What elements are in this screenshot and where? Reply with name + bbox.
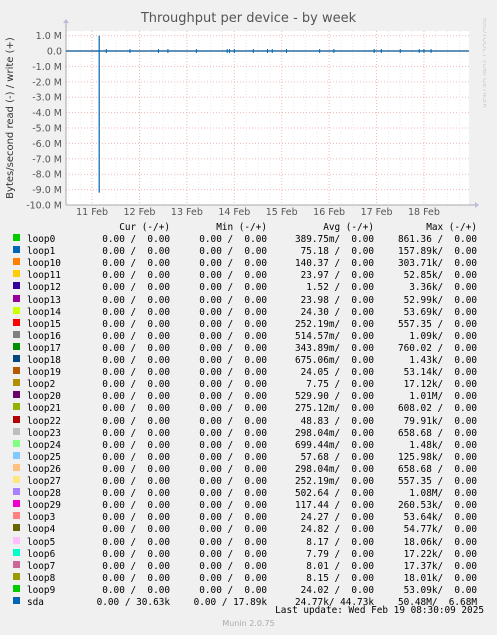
x-tick-label: 14 Feb xyxy=(218,207,250,218)
x-axis-arrow xyxy=(475,202,479,208)
legend-header: Cur (-/+) Min (-/+) Avg (-/+) Max (-/+) xyxy=(0,222,477,234)
y-tick-label: -5.0 M xyxy=(32,124,62,135)
header-max: Max (-/+) xyxy=(426,222,477,233)
y-axis-arrow xyxy=(63,19,69,23)
legend-max-value: 1.48k/ 0.00 xyxy=(409,439,477,451)
legend-max-value: 17.37k/ 0.00 xyxy=(403,560,477,572)
legend-max-value: 52.85k/ 0.00 xyxy=(403,270,477,282)
legend-max-value: 53.64k/ 0.00 xyxy=(403,512,477,524)
y-tick-label: -1.0 M xyxy=(32,62,62,73)
y-tick-label: -6.0 M xyxy=(32,139,62,150)
legend-max-value: 125.98k/ 0.00 xyxy=(397,451,477,463)
legend-max-value: 861.36 / 0.00 xyxy=(397,234,477,245)
legend-max-value: 1.01M/ 0.00 xyxy=(409,391,477,403)
legend-max-value: 608.02 / 0.00 xyxy=(397,403,477,415)
legend-max-value: 658.68 / 0.00 xyxy=(397,463,477,475)
y-tick-label: -7.0 M xyxy=(32,154,62,165)
legend-max-value: 260.53k/ 0.00 xyxy=(397,500,477,512)
legend-max-value: 79.91k/ 0.00 xyxy=(403,415,477,427)
x-axis: 11 Feb 12 Feb 13 Feb 14 Feb 15 Feb 16 Feb 17 F… xyxy=(76,207,440,218)
y-tick-label: -8.0 M xyxy=(32,170,62,181)
legend-max-value: 157.89k/ 0.00 xyxy=(397,246,477,258)
y-tick-label: 1.0 M xyxy=(36,31,62,42)
x-tick-label: 13 Feb xyxy=(171,207,203,218)
legend-max-value: 303.71k/ 0.00 xyxy=(397,258,477,270)
y-tick-label: -3.0 M xyxy=(32,93,62,104)
y-tick-label: -2.0 M xyxy=(32,77,62,88)
y-tick-label: -9.0 M xyxy=(32,185,62,196)
y-tick-label: 0.0 xyxy=(47,47,62,58)
y-axis: 1.0 M 0.0 -1.0 M -2.0 M -3.0 M -4.0 M -5.0 M -6… xyxy=(26,31,62,211)
legend-max-value: 53.14k/ 0.00 xyxy=(403,367,477,379)
y-tick-label: -10.0 M xyxy=(26,201,62,212)
legend-max-value: 557.35 / 0.00 xyxy=(397,318,477,330)
last-update: Last update: Wed Feb 19 08:30:09 2025 xyxy=(275,605,484,616)
x-tick-label: 11 Feb xyxy=(76,207,108,218)
legend-max-value: 53.69k/ 0.00 xyxy=(403,306,477,318)
y-axis-label: Bytes/second read (-) / write (+) xyxy=(5,37,16,199)
x-tick-label: 12 Feb xyxy=(124,207,156,218)
x-tick-label: 18 Feb xyxy=(408,207,440,218)
legend-max-value: 18.06k/ 0.00 xyxy=(403,536,477,548)
legend-max-value: 557.35 / 0.00 xyxy=(397,476,477,487)
legend-max-value: 53.09k/ 0.00 xyxy=(403,584,477,596)
legend-max-value: 52.99k/ 0.00 xyxy=(403,294,477,306)
x-tick-label: 17 Feb xyxy=(361,207,393,218)
legend-max-value: 1.43k/ 0.00 xyxy=(409,355,477,366)
legend-max-value: 54.77k/ 0.00 xyxy=(403,524,477,536)
legend-max-value: 18.01k/ 0.00 xyxy=(403,572,477,584)
legend-max-value: 3.36k/ 0.00 xyxy=(409,282,477,294)
plot-area xyxy=(66,31,469,205)
legend-max-value: 17.12k/ 0.00 xyxy=(403,379,477,391)
legend-max-value: 1.09k/ 0.00 xyxy=(409,330,477,342)
legend-max-value: 17.22k/ 0.00 xyxy=(403,548,477,560)
legend-max-value: 760.02 / 0.00 xyxy=(397,342,477,354)
x-tick-label: 15 Feb xyxy=(266,207,298,218)
legend-max-value: 658.68 / 0.00 xyxy=(397,427,477,439)
throughput-chart: 1.0 M 0.0 -1.0 M -2.0 M -3.0 M -4.0 M -5.0 M -6… xyxy=(5,19,479,218)
munin-version: Munin 2.0.75 xyxy=(222,619,275,628)
y-tick-label: -4.0 M xyxy=(32,108,62,119)
legend-max-value: 1.08M/ 0.00 xyxy=(409,488,477,500)
x-tick-label: 16 Feb xyxy=(313,207,345,218)
